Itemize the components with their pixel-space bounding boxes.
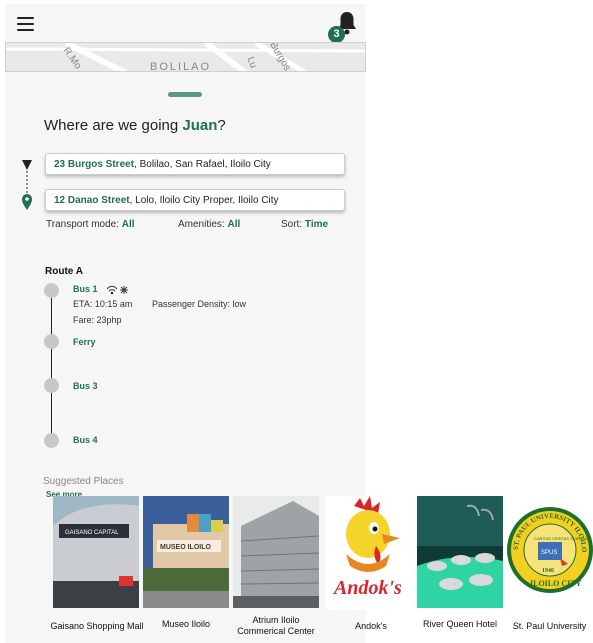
place-name: St. Paul University	[512, 621, 587, 631]
suggested-places-title: Suggested Places	[43, 476, 124, 487]
svg-text:1946: 1946	[542, 568, 554, 574]
passenger-density-text: Passenger Density: low	[152, 299, 247, 309]
place-name: Gaisano Shopping Mall	[50, 621, 144, 631]
st-paul-university-seal-image: ST. PAUL UNIVERSITY ILOILO CARITAS VERIT…	[507, 507, 593, 593]
origin-field[interactable]: 23 Burgos Street, Bolilao, San Rafael, I…	[45, 153, 345, 175]
route-title: Route A	[45, 266, 83, 277]
transport-mode-filter[interactable]: Transport mode: All	[46, 219, 135, 230]
wifi-icon	[107, 285, 118, 295]
sort-filter[interactable]: Sort: Time	[281, 219, 328, 230]
user-name: Juan	[182, 117, 218, 134]
destination-field[interactable]: 12 Danao Street, Lolo, Iloilo City Prope…	[45, 189, 345, 211]
place-name: Atrium Iloilo	[252, 615, 300, 625]
stop-dot	[44, 433, 59, 448]
svg-text:SPUS: SPUS	[541, 550, 557, 556]
svg-text:Andok's: Andok's	[332, 577, 402, 599]
gaisano-mall-image: GAISANO CAPITAL	[53, 496, 139, 608]
place-name: River Queen Hotel	[422, 619, 498, 629]
stop-dot	[44, 283, 59, 298]
river-queen-hotel-image	[417, 496, 503, 608]
place-name: Museo Iloilo	[161, 619, 211, 629]
route-timeline	[51, 294, 52, 444]
greeting: Where are we going Juan?	[44, 117, 226, 134]
drag-handle[interactable]	[168, 92, 202, 97]
museo-iloilo-image: MUSEO ILOILO	[143, 496, 229, 608]
origin-marker-icon	[22, 160, 32, 170]
svg-text:MUSEO ILOILO: MUSEO ILOILO	[160, 544, 212, 551]
place-name: Commerical Center	[237, 626, 315, 636]
top-bar: 3	[5, 4, 366, 43]
notification-badge: 3	[328, 26, 345, 43]
andoks-logo-image: Andok's	[326, 496, 410, 610]
svg-text:GAISANO CAPITAL: GAISANO CAPITAL	[65, 530, 119, 536]
svg-text:CARITAS VERITAS SCIENTIA: CARITAS VERITAS SCIENTIA	[534, 536, 589, 541]
map-preview[interactable]: R.Mo BOLILAO Lu Burgos	[5, 42, 366, 72]
map-label: BOLILAO	[150, 61, 212, 72]
atrium-iloilo-image	[233, 496, 319, 608]
stop-dot	[44, 378, 59, 393]
hamburger-menu-icon[interactable]	[17, 17, 34, 35]
fare-text: Fare: 23php	[73, 315, 122, 325]
place-name: Andok's	[355, 621, 387, 631]
stop-ferry[interactable]: Ferry	[73, 337, 96, 347]
svg-text:ILOILO CITY: ILOILO CITY	[530, 579, 582, 588]
amenity-icons	[107, 285, 128, 295]
amenities-filter[interactable]: Amenities: All	[178, 219, 240, 230]
stop-dot	[44, 334, 59, 349]
stop-bus-3[interactable]: Bus 3	[73, 381, 98, 391]
destination-pin-icon	[22, 194, 32, 210]
route-connector	[22, 160, 32, 210]
eta-text: ETA: 10:15 am	[73, 299, 133, 309]
stop-bus-1[interactable]: Bus 1	[73, 284, 98, 294]
snowflake-icon	[120, 286, 128, 294]
stop-bus-4[interactable]: Bus 4	[73, 435, 98, 445]
